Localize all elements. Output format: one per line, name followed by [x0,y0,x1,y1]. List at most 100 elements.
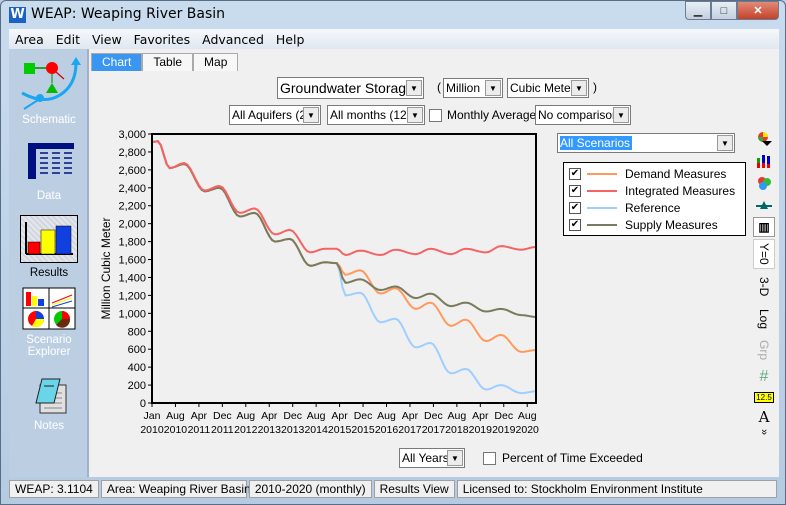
comparison-select[interactable]: No comparison ▼ [535,105,631,125]
x-tick-label-year: 2020 [516,424,540,436]
chevron-down-icon: ▼ [406,80,422,96]
view-tabs: Chart Table Map [91,53,239,71]
y-tick-label: 800 [128,326,146,338]
legend-swatch [587,172,617,175]
log-label: Log [757,308,771,330]
x-tick-label-year: 2017 [422,424,446,436]
menu-edit[interactable]: Edit [50,32,86,47]
menu-help[interactable]: Help [270,32,311,47]
x-tick-label-year: 2011 [211,424,234,436]
y-tick-label: 2,000 [118,219,146,231]
legend-checkbox[interactable]: ✔ [569,167,581,180]
scenario-explorer-icon [22,287,76,330]
years-select-value: All Years [402,451,447,465]
app-window: W WEAP: Weaping River Basin ▁ □ ✕ Area E… [0,0,786,505]
status-license: Licensed to: Stockholm Environment Insti… [456,480,777,498]
close-button[interactable]: ✕ [737,1,779,20]
x-tick-label-month: Dec [494,410,513,422]
x-tick-label-month: Jan [144,410,161,422]
sidebar-item-scenario-explorer[interactable]: Scenario Explorer [9,287,89,358]
menu-favorites[interactable]: Favorites [128,32,196,47]
aquifer-select[interactable]: All Aquifers (2) ▼ [229,105,321,125]
series-line-demand-measures [151,140,537,353]
percent-exceeded-checkbox[interactable] [483,452,496,465]
y-tick-label: 3,000 [118,129,146,141]
scale-select[interactable]: Million ▼ [443,78,503,98]
baseline-button[interactable] [753,195,775,215]
legend-checkbox[interactable]: ✔ [569,184,581,197]
sidebar-item-data[interactable]: Data [9,141,89,202]
scenario-select-value: All Scenarios [560,136,633,150]
months-select[interactable]: All months (12) ▼ [327,105,425,125]
scale-select-value: Million [446,81,481,95]
3d-toggle[interactable]: 3-D [753,273,775,301]
x-tick-label-month: Dec [354,410,373,422]
legend-item-reference[interactable]: ✔ Reference [569,199,680,216]
legend-item-supply-measures[interactable]: ✔ Supply Measures [569,216,718,233]
menu-area[interactable]: Area [9,32,50,47]
number-format-button[interactable]: 12.5 [753,387,775,407]
monthly-average-checkbox[interactable] [429,109,442,122]
sidebar-item-results[interactable]: Results [9,215,89,279]
legend-checkbox[interactable]: ✔ [569,201,581,214]
x-tick-label-year: 2011 [188,424,211,436]
menu-view[interactable]: View [86,32,128,47]
chevron-down-icon: ▼ [613,107,629,123]
minimize-button[interactable]: ▁ [685,1,711,20]
chevron-down-icon: ▼ [485,80,501,96]
chart-type-button[interactable] [753,129,775,149]
legend-swatch [587,206,617,209]
unit-select[interactable]: Cubic Meter ▼ [507,78,589,98]
tab-table[interactable]: Table [142,53,194,71]
sidebar-label-data: Data [36,190,62,202]
variable-select[interactable]: Groundwater Storage ▼ [277,77,424,99]
weap-app-icon: W [9,7,26,23]
x-tick-label-month: Apr [472,410,489,422]
legend-label: Demand Measures [625,166,727,181]
view-bar: Schematic Data Results Scenario Explorer… [9,49,89,477]
sidebar-label-explorer: Explorer [27,346,71,358]
y-tick-label: 1,800 [118,237,146,249]
sidebar-item-schematic[interactable]: Schematic [9,57,89,126]
tab-map[interactable]: Map [193,53,239,71]
menu-advanced[interactable]: Advanced [196,32,270,47]
y-tick-label: 2,600 [118,165,146,177]
status-view: Results View [373,480,455,498]
legend-checkbox[interactable]: ✔ [569,218,581,231]
x-tick-label-year: 2017 [398,424,422,436]
x-tick-label-year: 2013 [258,424,282,436]
years-select[interactable]: All Years ▼ [399,448,465,468]
bar-chart-button[interactable] [753,151,775,171]
paren-open: ( [437,80,441,94]
variable-select-value: Groundwater Storage [280,80,406,96]
sidebar-label-scenario: Scenario [26,334,72,346]
pattern-button[interactable]: ▥ [753,217,775,237]
maximize-button[interactable]: □ [711,1,737,20]
grp-label: Grp [757,339,771,360]
window-title: WEAP: Weaping River Basin [31,6,226,22]
log-scale-toggle[interactable]: Log [753,305,775,333]
legend-label: Reference [625,200,681,215]
x-tick-label-month: Apr [261,410,278,422]
sidebar-label-notes: Notes [33,420,65,432]
sidebar-item-notes[interactable]: Notes [9,375,89,432]
group-toggle[interactable]: Grp [753,337,775,363]
y-zero-toggle[interactable]: Y=0 [753,239,775,269]
y-tick-label: 200 [128,380,146,392]
tab-chart[interactable]: Chart [91,53,143,71]
scenario-select[interactable]: All Scenarios ▼ [557,133,735,153]
months-select-value: All months (12) [330,108,407,122]
color-button[interactable] [753,173,775,193]
legend-item-demand-measures[interactable]: ✔ Demand Measures [569,165,726,182]
3d-label: 3-D [757,277,771,297]
y-tick-label: 1,200 [118,290,146,302]
font-button[interactable]: A [753,407,775,427]
grid-button[interactable]: # [753,367,775,387]
legend-item-integrated-measures[interactable]: ✔ Integrated Measures [569,182,735,199]
x-tick-label-month: Dec [213,410,232,422]
aquifer-select-value: All Aquifers (2) [232,108,303,122]
y-axis-label: Million Cubic Meter [99,217,113,319]
y-tick-label: 600 [128,344,146,356]
more-options-button[interactable]: » [753,425,775,439]
x-tick-label-year: 2016 [375,424,399,436]
